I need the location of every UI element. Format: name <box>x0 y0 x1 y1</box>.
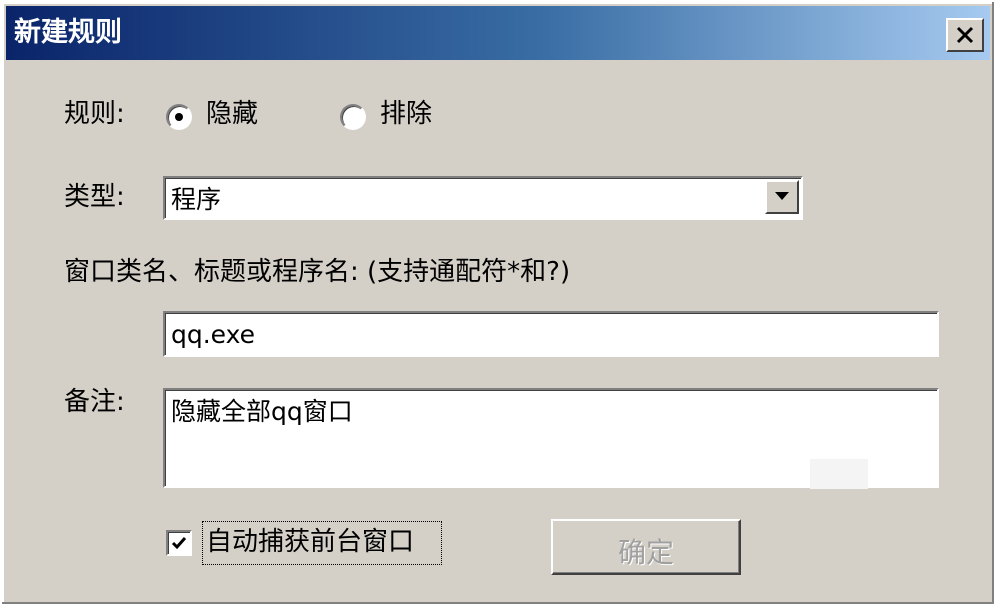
auto-capture-label[interactable]: 自动捕获前台窗口 <box>206 526 414 558</box>
checkmark-icon <box>171 537 187 550</box>
chevron-down-icon <box>775 192 789 200</box>
pattern-label: 窗口类名、标题或程序名: (支持通配符*和?) <box>64 257 571 287</box>
ok-button-label: 确定 <box>617 536 674 569</box>
pattern-input[interactable]: qq.exe <box>163 311 939 357</box>
rule-hide-radio[interactable] <box>166 104 192 130</box>
radio-selected-dot <box>175 113 183 121</box>
close-icon <box>956 26 974 44</box>
new-rule-dialog: 新建规则 规则: 隐藏 排除 类型: 程序 窗口类名、标题或程序名: (支持通配… <box>0 0 996 606</box>
pattern-input-value: qq.exe <box>171 320 256 349</box>
note-label: 备注: <box>64 387 125 417</box>
auto-capture-checkbox[interactable] <box>166 530 192 556</box>
close-button[interactable] <box>946 18 984 52</box>
type-select[interactable]: 程序 <box>163 176 803 220</box>
rule-exclude-label[interactable]: 排除 <box>380 98 432 130</box>
rule-hide-label[interactable]: 隐藏 <box>206 98 258 130</box>
rule-label: 规则: <box>64 99 125 129</box>
type-label: 类型: <box>64 182 125 212</box>
rule-exclude-radio[interactable] <box>340 104 366 130</box>
ok-button[interactable]: 确定 <box>551 519 741 575</box>
title-bar[interactable]: 新建规则 <box>6 6 990 60</box>
smudge <box>810 459 868 489</box>
window-title: 新建规则 <box>14 17 122 48</box>
type-dropdown-button[interactable] <box>765 180 799 214</box>
type-select-value: 程序 <box>171 185 222 214</box>
note-textarea-value: 隐藏全部qq窗口 <box>171 397 353 426</box>
